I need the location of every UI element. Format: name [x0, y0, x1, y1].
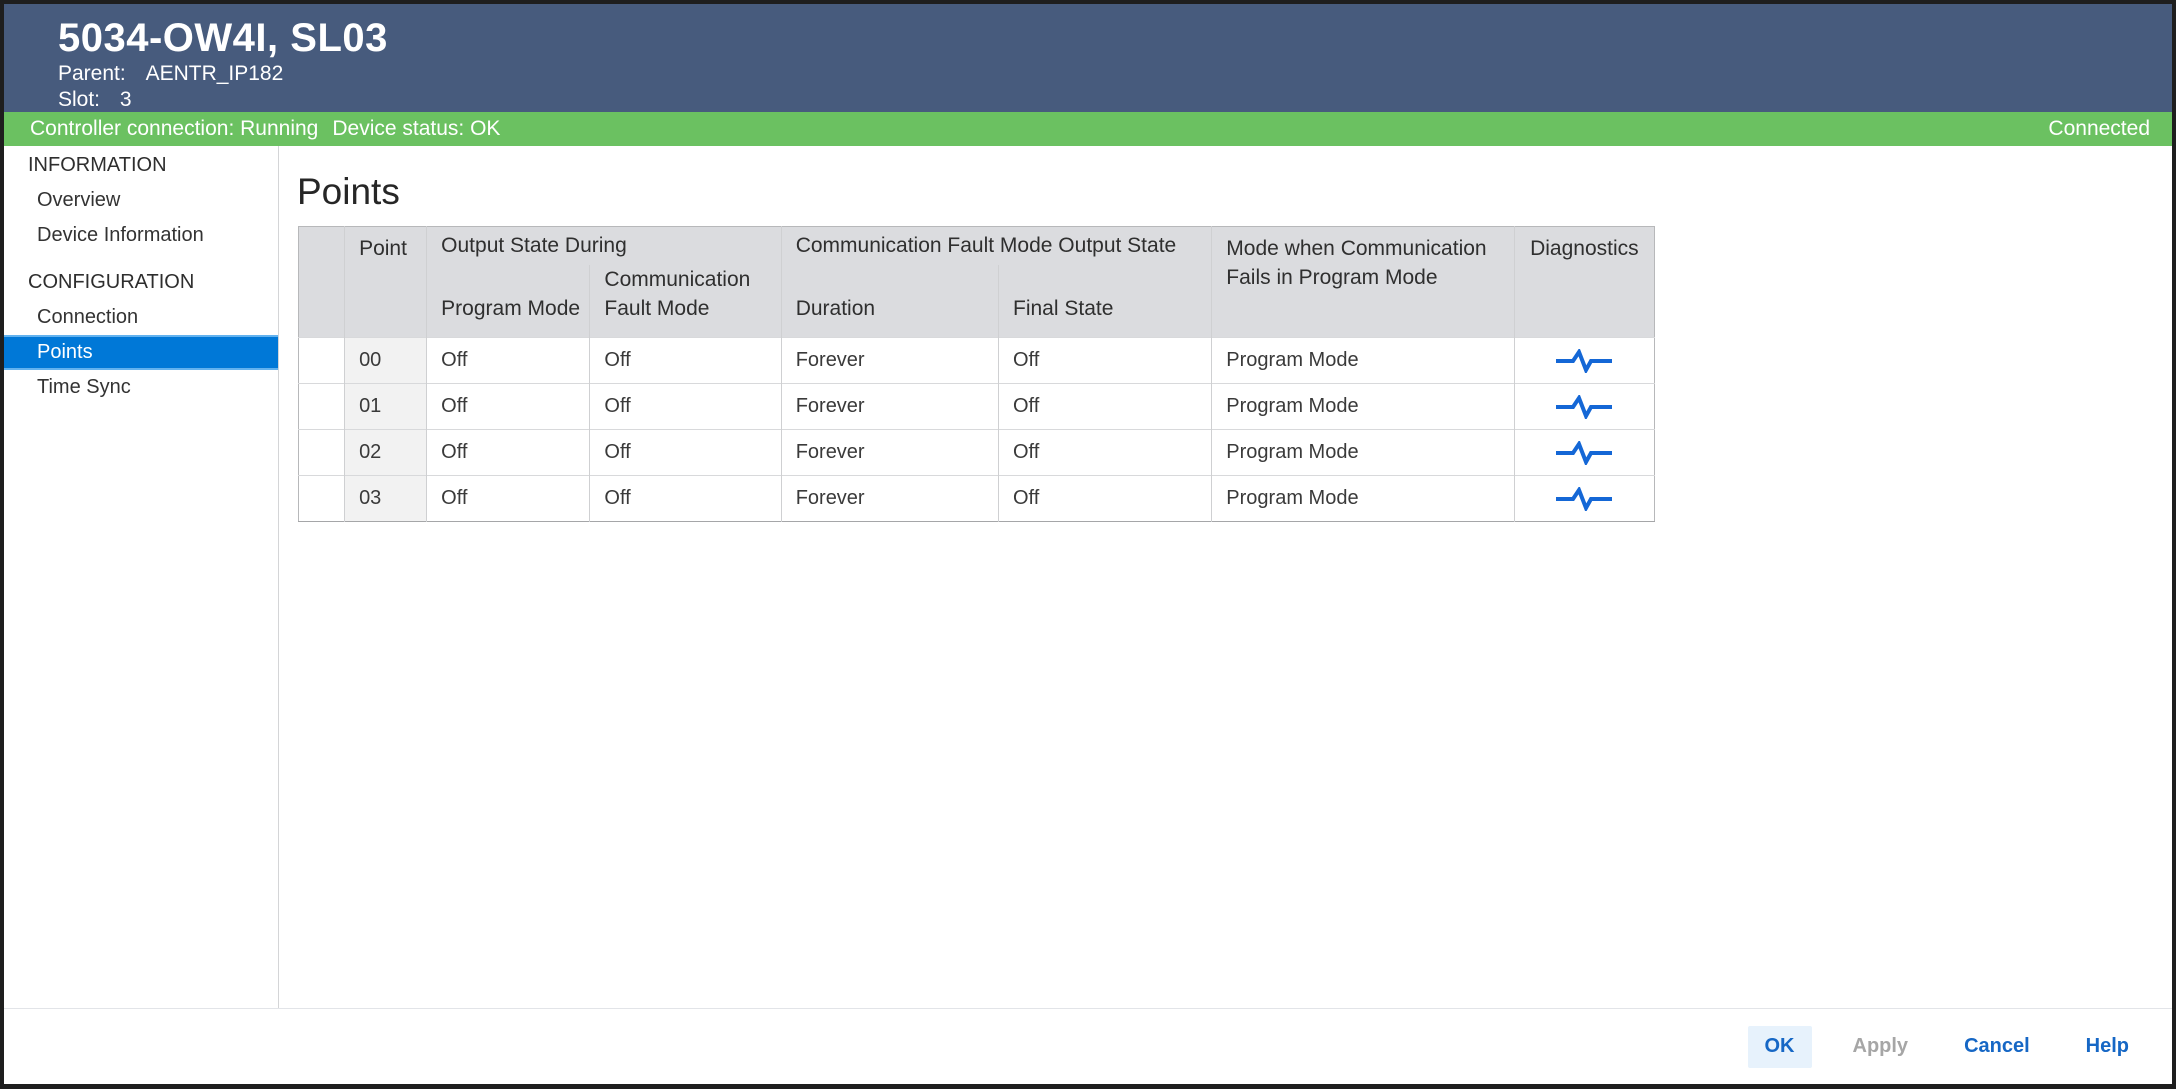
duration-cell[interactable]: Forever — [781, 476, 998, 522]
sidebar-item-overview[interactable]: Overview — [4, 183, 278, 218]
final-state-column-header: Final State — [999, 265, 1212, 338]
table-row-point-03: 03 Off Off Forever Off Program Mode — [299, 476, 1655, 522]
point-column-header: Point — [345, 227, 427, 338]
sidebar-item-time-sync[interactable]: Time Sync — [4, 370, 278, 405]
cancel-button[interactable]: Cancel — [1949, 1026, 2045, 1068]
page-title: Points — [297, 170, 2172, 214]
diagnostics-cell — [1514, 338, 1654, 384]
connection-status-bar: Controller connection: Running Device st… — [4, 112, 2172, 146]
mode-when-comm-fails-cell[interactable]: Program Mode — [1212, 430, 1514, 476]
row-indicator[interactable] — [299, 476, 345, 522]
corner-header-cell — [299, 227, 345, 338]
final-state-cell[interactable]: Off — [999, 476, 1212, 522]
table-row-point-01: 01 Off Off Forever Off Program Mode — [299, 384, 1655, 430]
mode-when-comm-fails-cell[interactable]: Program Mode — [1212, 338, 1514, 384]
window-header: 5034-OW4I, SL03 Parent: AENTR_IP182 Slot… — [4, 4, 2172, 112]
final-state-cell[interactable]: Off — [999, 384, 1212, 430]
point-number-cell: 02 — [345, 430, 427, 476]
duration-cell[interactable]: Forever — [781, 430, 998, 476]
diagnostics-cell — [1514, 384, 1654, 430]
comm-fault-mode-cell[interactable]: Off — [590, 476, 781, 522]
diagnostics-column-header: Diagnostics — [1514, 227, 1654, 338]
comm-fault-mode-cell[interactable]: Off — [590, 430, 781, 476]
slot-label: Slot: — [58, 88, 100, 112]
table-row-point-00: 00 Off Off Forever Off Program Mode — [299, 338, 1655, 384]
row-indicator[interactable] — [299, 384, 345, 430]
module-title: 5034-OW4I, SL03 — [58, 4, 2172, 60]
row-indicator[interactable] — [299, 338, 345, 384]
ok-button[interactable]: OK — [1748, 1026, 1812, 1068]
parent-value: AENTR_IP182 — [146, 62, 284, 86]
table-row-point-02: 02 Off Off Forever Off Program Mode — [299, 430, 1655, 476]
parent-line: Parent: AENTR_IP182 — [58, 62, 2172, 86]
diagnostics-cell — [1514, 430, 1654, 476]
sidebar-item-points[interactable]: Points — [4, 335, 278, 370]
diagnostics-cell — [1514, 476, 1654, 522]
program-mode-column-header: Program Mode — [427, 265, 590, 338]
diagnostics-pulse-icon[interactable] — [1554, 349, 1614, 373]
point-number-cell: 01 — [345, 384, 427, 430]
parent-label: Parent: — [58, 62, 126, 86]
row-indicator[interactable] — [299, 430, 345, 476]
final-state-cell[interactable]: Off — [999, 430, 1212, 476]
comm-fault-mode-cell[interactable]: Off — [590, 384, 781, 430]
connected-badge: Connected — [2048, 117, 2150, 141]
help-button[interactable]: Help — [2071, 1026, 2144, 1068]
group-header-comm-fault-output-state: Communication Fault Mode Output State — [781, 227, 1212, 265]
mode-when-comm-fails-cell[interactable]: Program Mode — [1212, 384, 1514, 430]
apply-button[interactable]: Apply — [1838, 1026, 1924, 1068]
diagnostics-pulse-icon[interactable] — [1554, 395, 1614, 419]
sidebar-section-configuration: CONFIGURATION — [4, 265, 278, 300]
points-table-header: Point Output State During Communication … — [299, 227, 1655, 338]
diagnostics-pulse-icon[interactable] — [1554, 441, 1614, 465]
sidebar-item-connection[interactable]: Connection — [4, 300, 278, 335]
slot-value: 3 — [120, 88, 132, 112]
point-number-cell: 00 — [345, 338, 427, 384]
controller-connection-status: Controller connection: Running — [30, 117, 318, 141]
point-number-cell: 03 — [345, 476, 427, 522]
category-sidebar: INFORMATION Overview Device Information … — [4, 146, 279, 1008]
comm-fault-mode-cell[interactable]: Off — [590, 338, 781, 384]
device-status: Device status: OK — [332, 117, 500, 141]
program-mode-cell[interactable]: Off — [427, 476, 590, 522]
duration-cell[interactable]: Forever — [781, 338, 998, 384]
program-mode-cell[interactable]: Off — [427, 338, 590, 384]
mode-when-comm-fails-cell[interactable]: Program Mode — [1212, 476, 1514, 522]
final-state-cell[interactable]: Off — [999, 338, 1212, 384]
slot-line: Slot: 3 — [58, 88, 2172, 112]
dialog-footer: OK Apply Cancel Help — [4, 1008, 2172, 1084]
sidebar-item-device-information[interactable]: Device Information — [4, 218, 278, 253]
sidebar-section-gap — [4, 253, 278, 265]
diagnostics-pulse-icon[interactable] — [1554, 487, 1614, 511]
device-profile-window: 5034-OW4I, SL03 Parent: AENTR_IP182 Slot… — [0, 0, 2176, 1089]
duration-column-header: Duration — [781, 265, 998, 338]
points-table: Point Output State During Communication … — [298, 226, 1655, 522]
main-panel: Points Point Output State During Communi… — [280, 146, 2172, 1008]
sidebar-section-information: INFORMATION — [4, 148, 278, 183]
comm-fault-mode-column-header: Communication Fault Mode — [590, 265, 781, 338]
status-left-group: Controller connection: Running Device st… — [30, 117, 500, 141]
program-mode-cell[interactable]: Off — [427, 430, 590, 476]
program-mode-cell[interactable]: Off — [427, 384, 590, 430]
group-header-output-state-during: Output State During — [427, 227, 782, 265]
content-area: INFORMATION Overview Device Information … — [4, 146, 2172, 1008]
duration-cell[interactable]: Forever — [781, 384, 998, 430]
mode-when-comm-fails-column-header: Mode when Communication Fails in Program… — [1212, 227, 1514, 338]
